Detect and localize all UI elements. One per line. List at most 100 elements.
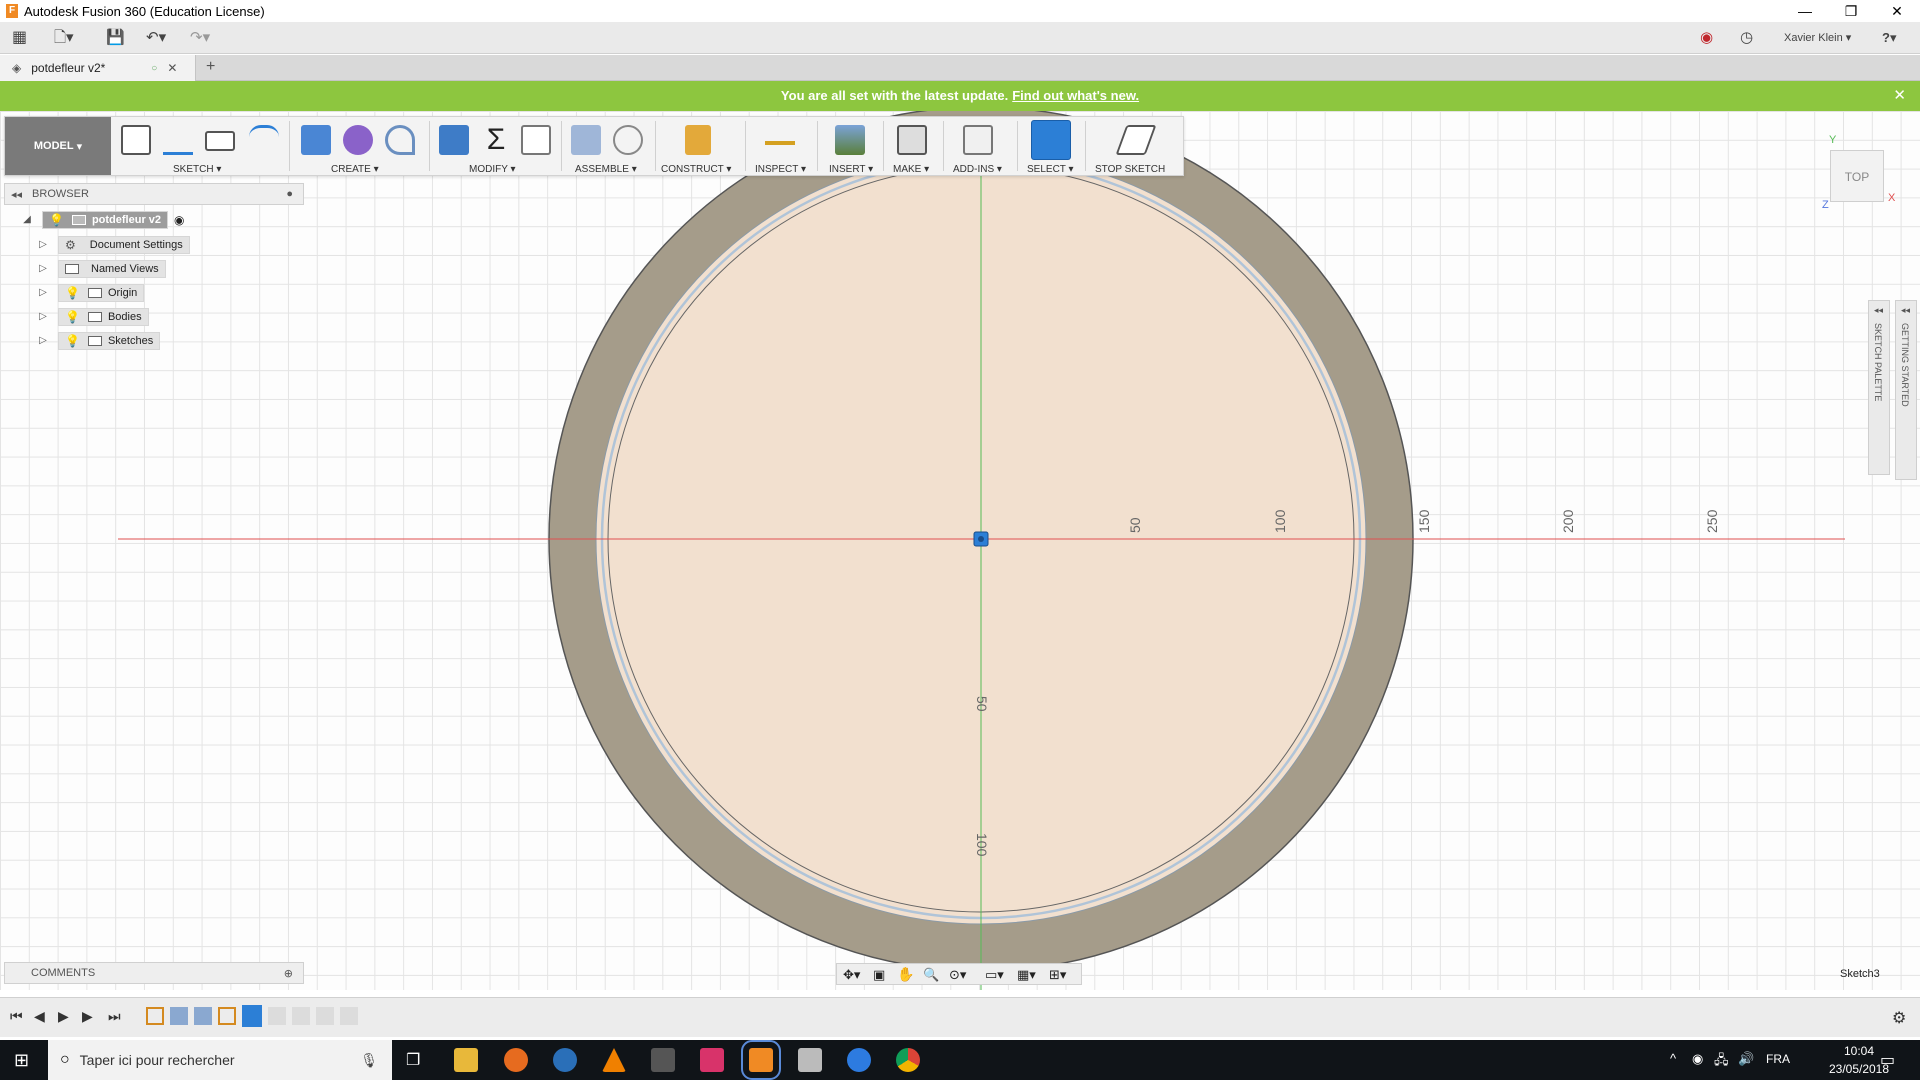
record-icon[interactable]: ◉ [1700, 29, 1713, 47]
joint-icon[interactable] [613, 125, 643, 155]
data-panel-grid-icon[interactable]: ▦ [12, 29, 27, 47]
assemble-menu[interactable]: ASSEMBLE ▾ [575, 164, 637, 175]
close-tab-icon[interactable]: ✕ [167, 61, 177, 75]
form-icon[interactable] [343, 125, 373, 155]
addins-menu[interactable]: ADD-INS ▾ [953, 164, 1002, 175]
browser-item-origin[interactable]: ▷ 💡 Origin [36, 283, 145, 303]
volume-icon[interactable]: 🔊 [1738, 1051, 1754, 1067]
sketch-palette-panel[interactable]: ◂◂ SKETCH PALETTE [1868, 300, 1890, 475]
press-pull-icon[interactable] [439, 125, 469, 155]
file-menu-icon[interactable]: 🗋▾ [54, 29, 74, 47]
tray-chevron-icon[interactable]: ^ [1670, 1051, 1676, 1066]
activate-radio-icon[interactable]: ◉ [174, 213, 184, 227]
collapse-arrow-icon[interactable]: ◂◂ [1874, 305, 1883, 316]
action-center-icon[interactable]: ▭ [1880, 1050, 1895, 1070]
timeline-suppressed-feature[interactable] [316, 1007, 334, 1025]
new-tab-button[interactable]: + [206, 58, 215, 76]
insert-image-icon[interactable] [835, 125, 865, 155]
app-icon[interactable] [651, 1048, 675, 1072]
app-icon[interactable] [798, 1048, 822, 1072]
restore-button[interactable]: ❐ [1828, 0, 1874, 22]
timeline-settings-gear-icon[interactable]: ⚙ [1892, 1008, 1906, 1028]
3d-print-icon[interactable] [897, 125, 927, 155]
inspect-menu[interactable]: INSPECT ▾ [755, 164, 806, 175]
fusion360-taskbar-icon[interactable] [741, 1040, 781, 1080]
job-status-clock-icon[interactable]: ◷ [1740, 29, 1753, 47]
timeline-sketch-feature[interactable] [146, 1007, 164, 1025]
workspace-switcher[interactable]: MODEL ▾ [5, 117, 111, 175]
document-tab[interactable]: ◈ potdefleur v2* ○ ✕ [0, 55, 196, 81]
file-explorer-icon[interactable] [454, 1048, 478, 1072]
timeline-suppressed-feature[interactable] [292, 1007, 310, 1025]
app-icon[interactable] [847, 1048, 871, 1072]
create-sketch-icon[interactable] [121, 125, 151, 155]
browser-pin-icon[interactable]: ● [286, 188, 293, 200]
visibility-bulb-icon[interactable]: 💡 [65, 310, 80, 324]
help-icon[interactable]: ?▾ [1882, 29, 1896, 47]
redo-icon[interactable]: ↷▾ [190, 29, 210, 47]
undo-icon[interactable]: ↶▾ [146, 29, 166, 47]
rectangle-icon[interactable] [205, 131, 235, 151]
vlc-icon[interactable] [602, 1048, 626, 1072]
timeline-first-icon[interactable]: ⏮ [10, 1008, 23, 1025]
fit-zoom-icon[interactable]: ⊙▾ [949, 967, 966, 983]
timeline-previous-icon[interactable]: ◀ [34, 1008, 45, 1025]
timeline-sketch-feature[interactable] [218, 1007, 236, 1025]
browser-item-document-settings[interactable]: ▷ ⚙ Document Settings [36, 235, 190, 255]
whats-new-link[interactable]: Find out what's new. [1012, 88, 1139, 103]
minimize-button[interactable]: — [1782, 0, 1828, 22]
close-update-bar-icon[interactable]: ✕ [1893, 81, 1906, 111]
comments-panel-header[interactable]: COMMENTS ⊕ [4, 962, 304, 984]
hidden-bulb-icon[interactable]: 💡 [65, 286, 80, 300]
taskbar-search-box[interactable]: ○ Taper ici pour rechercher 🎙 [48, 1040, 392, 1080]
construct-menu[interactable]: CONSTRUCT ▾ [661, 164, 731, 175]
create-menu[interactable]: CREATE ▾ [331, 164, 379, 175]
timeline-last-icon[interactable]: ⏭ [108, 1008, 121, 1025]
browser-item-sketches[interactable]: ▷ 💡 Sketches [36, 331, 161, 351]
viewports-icon[interactable]: ⊞▾ [1049, 967, 1066, 983]
expand-triangle-icon[interactable]: ▷ [36, 310, 50, 324]
chrome-icon[interactable] [896, 1048, 920, 1072]
task-view-icon[interactable]: ❐ [406, 1050, 420, 1070]
microphone-icon[interactable]: 🎙 [360, 1052, 378, 1069]
insert-menu[interactable]: INSERT ▾ [829, 164, 873, 175]
getting-started-panel[interactable]: ◂◂ GETTING STARTED [1895, 300, 1917, 480]
sketch-drawing[interactable]: 50 100 150 200 250 50 100 Y X Z Sketch3 [0, 111, 1920, 990]
network-icon[interactable]: 🖧 [1714, 1051, 1729, 1073]
visibility-bulb-icon[interactable]: 💡 [49, 213, 64, 227]
collapse-triangle-icon[interactable]: ◢ [20, 213, 34, 227]
windows-start-icon[interactable]: ⊞ [14, 1050, 29, 1071]
visibility-bulb-icon[interactable]: 💡 [65, 334, 80, 348]
line-icon[interactable] [163, 125, 193, 155]
browser-item-named-views[interactable]: ▷ Named Views [36, 259, 166, 279]
design-canvas[interactable]: 50 100 150 200 250 50 100 Y X Z Sketch3 [0, 111, 1920, 990]
timeline-extrude-feature[interactable] [194, 1007, 212, 1025]
extrude-icon[interactable] [301, 125, 331, 155]
sketch-menu[interactable]: SKETCH ▾ [173, 164, 221, 175]
timeline-play-icon[interactable]: ▶ [58, 1008, 69, 1025]
expand-triangle-icon[interactable]: ▷ [36, 286, 50, 300]
orbit-icon[interactable]: ✥▾ [843, 967, 860, 983]
revolve-icon[interactable] [385, 125, 415, 155]
browser-root-row[interactable]: ◢ 💡 potdefleur v2 ◉ [20, 210, 185, 230]
offset-plane-icon[interactable] [685, 125, 711, 155]
timeline-extrude-feature[interactable] [170, 1007, 188, 1025]
grid-settings-icon[interactable]: ▦▾ [1017, 967, 1036, 983]
language-indicator[interactable]: FRA [1766, 1052, 1790, 1066]
expand-triangle-icon[interactable]: ▷ [36, 238, 50, 252]
stop-sketch-button[interactable]: STOP SKETCH [1095, 164, 1165, 175]
timeline-suppressed-feature[interactable] [268, 1007, 286, 1025]
browser-app-icon[interactable] [553, 1048, 577, 1072]
expand-triangle-icon[interactable]: ▷ [36, 334, 50, 348]
timeline-next-icon[interactable]: ▶ [82, 1008, 93, 1025]
tray-chrome-icon[interactable]: ◉ [1692, 1051, 1703, 1067]
browser-panel-header[interactable]: ◂◂ BROWSER ● [4, 183, 304, 205]
collapse-browser-icon[interactable]: ◂◂ [11, 188, 22, 201]
make-menu[interactable]: MAKE ▾ [893, 164, 929, 175]
expand-triangle-icon[interactable]: ▷ [36, 262, 50, 276]
zoom-icon[interactable]: 🔍 [923, 967, 939, 983]
compute-all-icon[interactable] [521, 125, 551, 155]
look-at-icon[interactable]: ▣ [873, 967, 885, 983]
pan-hand-icon[interactable]: ✋ [897, 966, 914, 983]
timeline-active-sketch[interactable] [242, 1005, 262, 1027]
